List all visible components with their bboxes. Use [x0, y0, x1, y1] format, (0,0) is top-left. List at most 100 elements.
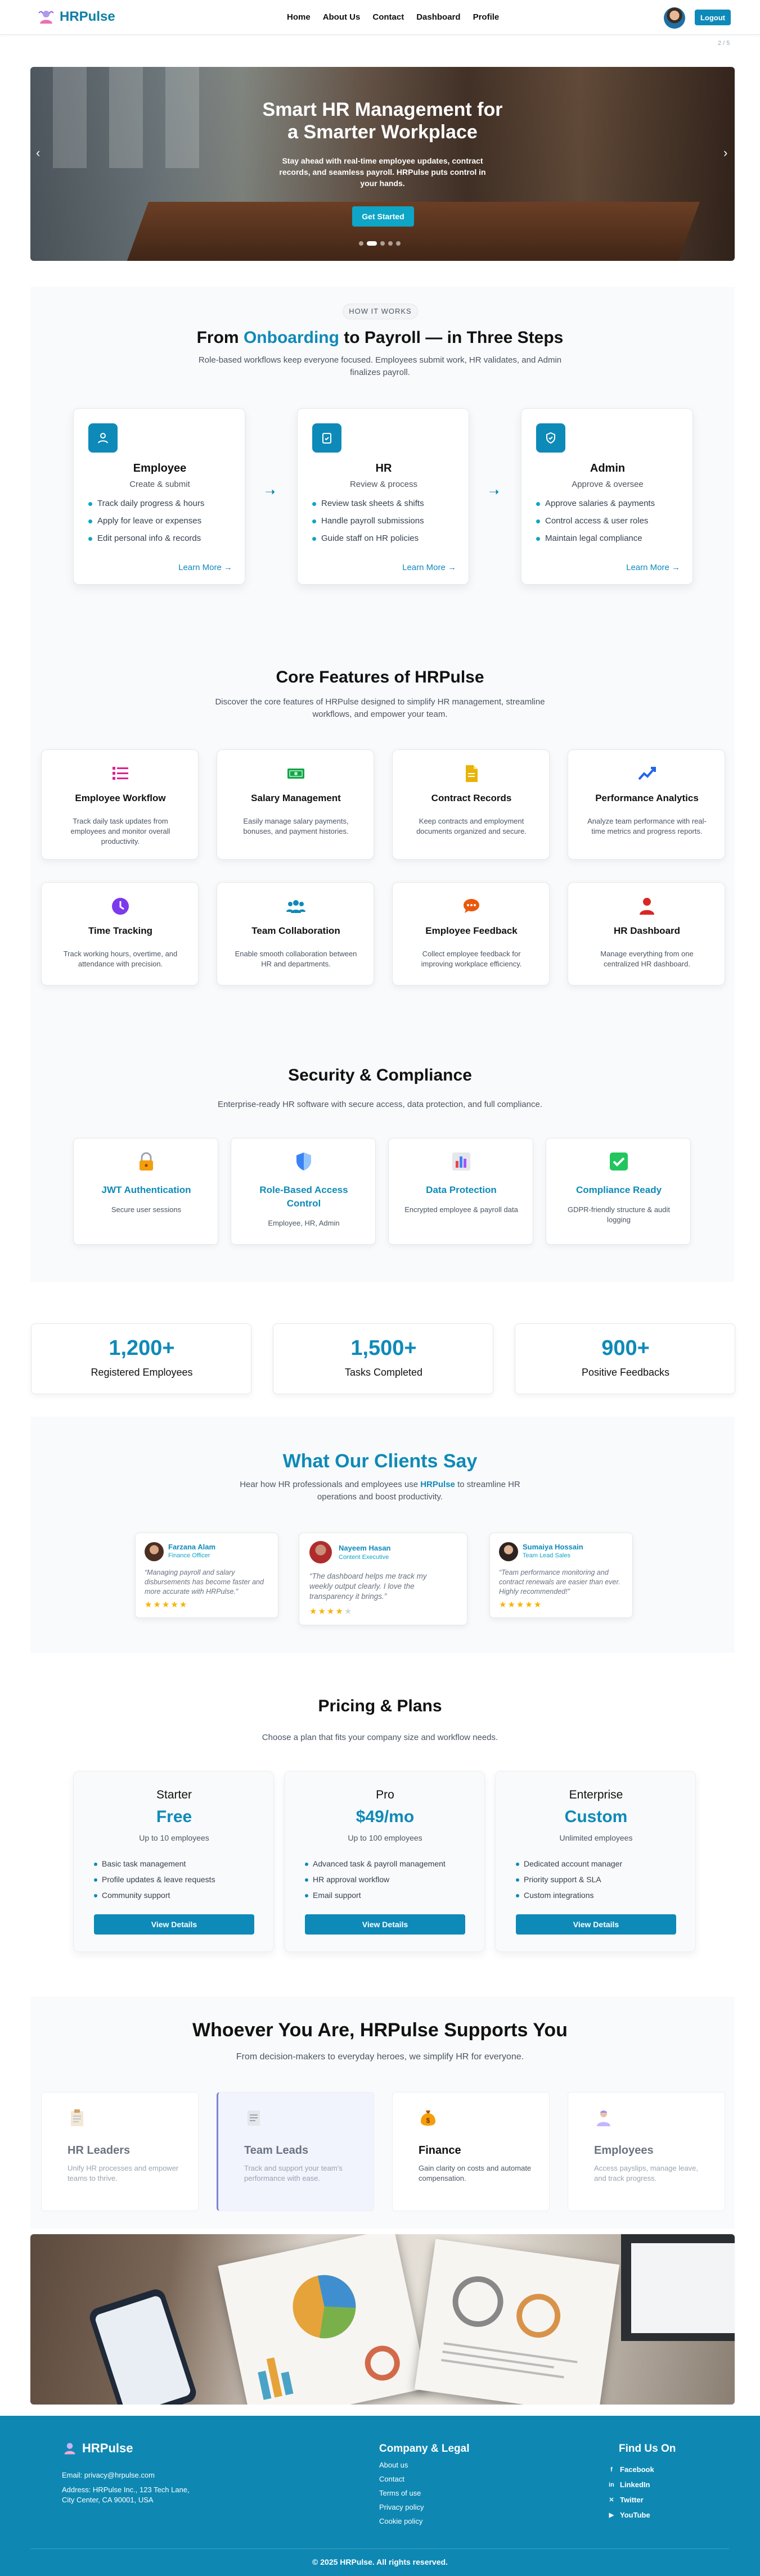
nav-link-contact[interactable]: Contact: [372, 12, 404, 22]
step-card-hr: HR Review & process Review task sheets &…: [297, 408, 469, 585]
feature-title: Employee Feedback: [425, 925, 518, 936]
footer-address-line1: Address: HRPulse Inc., 123 Tech Lane,: [62, 2485, 190, 2494]
feature-title: Contract Records: [431, 793, 512, 803]
plan-price: Custom: [564, 1807, 628, 1826]
stat-card: 1,500+ Tasks Completed: [273, 1323, 493, 1394]
testimonial-card: Farzana Alam Finance Officer “Managing p…: [135, 1533, 278, 1618]
social-facebook[interactable]: f Facebook: [608, 2465, 654, 2474]
learn-more-link[interactable]: Learn More →: [626, 563, 680, 572]
step-arrow-icon: ➝: [489, 485, 500, 499]
stat-card: 900+ Positive Feedbacks: [515, 1323, 735, 1394]
hero-subtitle: Stay ahead with real-time employee updat…: [279, 156, 486, 188]
footer-brand[interactable]: HRPulse: [62, 2441, 133, 2456]
testimonial-role: Content Executive: [339, 1554, 389, 1561]
hero-dot[interactable]: [388, 241, 393, 246]
audience-card[interactable]: HR Leaders Unify HR processes and empowe…: [41, 2092, 199, 2211]
feature-card[interactable]: Employee Workflow Track daily task updat…: [41, 749, 199, 860]
hero-dot[interactable]: [396, 241, 401, 246]
footer-link-terms[interactable]: Terms of use: [379, 2489, 424, 2497]
facebook-icon: f: [610, 2466, 613, 2473]
feature-card[interactable]: Salary Management Easily manage salary p…: [217, 749, 374, 860]
pricing-title: Pricing & Plans: [318, 1697, 442, 1715]
step-subtitle: Create & submit: [129, 480, 190, 489]
audience-card[interactable]: $ Finance Gain clarity on costs and auto…: [392, 2092, 550, 2211]
learn-more-link[interactable]: Learn More →: [178, 563, 232, 572]
feature-card[interactable]: Time Tracking Track working hours, overt…: [41, 882, 199, 986]
testimonials-title: What Our Clients Say: [282, 1450, 478, 1472]
clipboard-check-icon: [312, 423, 341, 453]
stat-label: Registered Employees: [91, 1367, 193, 1378]
how-it-works-title: From Onboarding to Payroll — in Three St…: [0, 328, 760, 347]
feature-desc: Analyze team performance with real-time …: [587, 817, 707, 835]
feature-card[interactable]: Performance Analytics Analyze team perfo…: [568, 749, 725, 860]
plan-features: Basic task management Profile updates & …: [94, 1859, 215, 1906]
hero-prev-arrow-icon[interactable]: ‹: [36, 146, 40, 160]
plan-users: Unlimited employees: [559, 1833, 633, 1842]
plan-card-pro: Pro $49/mo Up to 100 employees Advanced …: [284, 1771, 485, 1952]
feature-card[interactable]: Employee Feedback Collect employee feedb…: [392, 882, 550, 986]
star-icon: ★: [525, 1600, 534, 1610]
feature-desc: Track daily task updates from employees …: [70, 817, 170, 846]
testimonial-name: Farzana Alam: [168, 1543, 216, 1551]
brand-name: HRPulse: [60, 9, 115, 24]
security-desc: Encrypted employee & payroll data: [404, 1205, 518, 1214]
view-details-button[interactable]: View Details: [94, 1914, 254, 1935]
step-subtitle: Approve & oversee: [572, 480, 644, 489]
feature-card[interactable]: Contract Records Keep contracts and empl…: [392, 749, 550, 860]
hero-dot[interactable]: [359, 241, 363, 246]
hero-pagination: [359, 241, 401, 246]
page: HRPulse Home About Us Contact Dashboard …: [0, 0, 760, 2576]
feature-card[interactable]: HR Dashboard Manage everything from one …: [568, 882, 725, 986]
footer-link-about[interactable]: About us: [379, 2461, 424, 2469]
footer-company-heading: Company & Legal: [379, 2443, 470, 2455]
chat-icon: [464, 899, 479, 913]
learn-more-link[interactable]: Learn More →: [402, 563, 456, 572]
plan-feature: Priority support & SLA: [516, 1875, 622, 1884]
step-point: Review task sheets & shifts: [312, 499, 424, 508]
feature-title: Time Tracking: [88, 925, 152, 936]
twitter-icon: ✕: [609, 2496, 614, 2503]
security-card: Role-Based Access Control Employee, HR, …: [231, 1138, 376, 1245]
hero-dot[interactable]: [380, 241, 385, 246]
nav-link-about[interactable]: About Us: [323, 12, 361, 22]
footer-brand-name: HRPulse: [82, 2441, 133, 2455]
footer-divider: [30, 2548, 729, 2549]
social-twitter[interactable]: ✕ Twitter: [608, 2496, 654, 2504]
clipboard-icon: [71, 2109, 83, 2126]
rating-stars: ★★★★★: [145, 1599, 188, 1610]
hero-dot-active[interactable]: [367, 241, 377, 246]
security-desc: Employee, HR, Admin: [268, 1219, 340, 1227]
footer-email[interactable]: Email: privacy@hrpulse.com: [62, 2470, 155, 2481]
footer-link-privacy[interactable]: Privacy policy: [379, 2503, 424, 2511]
feature-card[interactable]: Team Collaboration Enable smooth collabo…: [217, 882, 374, 986]
feature-title: Performance Analytics: [595, 793, 699, 803]
step-point: Guide staff on HR policies: [312, 534, 424, 543]
logout-button[interactable]: Logout: [695, 10, 731, 25]
user-avatar[interactable]: [664, 7, 685, 29]
nav-link-home[interactable]: Home: [287, 12, 311, 22]
nav-link-profile[interactable]: Profile: [473, 12, 500, 22]
get-started-button[interactable]: Get Started: [352, 206, 414, 227]
linkedin-icon: in: [609, 2481, 614, 2488]
nav-link-dashboard[interactable]: Dashboard: [416, 12, 460, 22]
hero-next-arrow-icon[interactable]: ›: [723, 146, 727, 160]
top-navbar: HRPulse Home About Us Contact Dashboard …: [0, 0, 760, 35]
audience-card[interactable]: Team Leads Track and support your team's…: [217, 2092, 374, 2211]
step-card-employee: Employee Create & submit Track daily pro…: [73, 408, 245, 585]
stat-label: Tasks Completed: [344, 1367, 423, 1378]
footer-link-cookie[interactable]: Cookie policy: [379, 2517, 424, 2525]
bar-chart-icon: [452, 1153, 470, 1171]
plan-feature: Email support: [305, 1891, 446, 1900]
view-details-button[interactable]: View Details: [305, 1914, 465, 1935]
plan-feature: Dedicated account manager: [516, 1859, 622, 1868]
lock-icon: [140, 1152, 153, 1171]
testimonial-card: Nayeem Hasan Content Executive “The dash…: [299, 1533, 467, 1625]
brand[interactable]: HRPulse: [37, 8, 115, 26]
social-linkedin[interactable]: in LinkedIn: [608, 2480, 654, 2489]
social-youtube[interactable]: ▶ YouTube: [608, 2511, 654, 2519]
footer-link-contact[interactable]: Contact: [379, 2475, 424, 2483]
plan-name: Enterprise: [569, 1788, 623, 1801]
money-bag-icon: $: [421, 2110, 435, 2126]
audience-card[interactable]: Employees Access payslips, manage leave,…: [568, 2092, 725, 2211]
view-details-button[interactable]: View Details: [516, 1914, 676, 1935]
